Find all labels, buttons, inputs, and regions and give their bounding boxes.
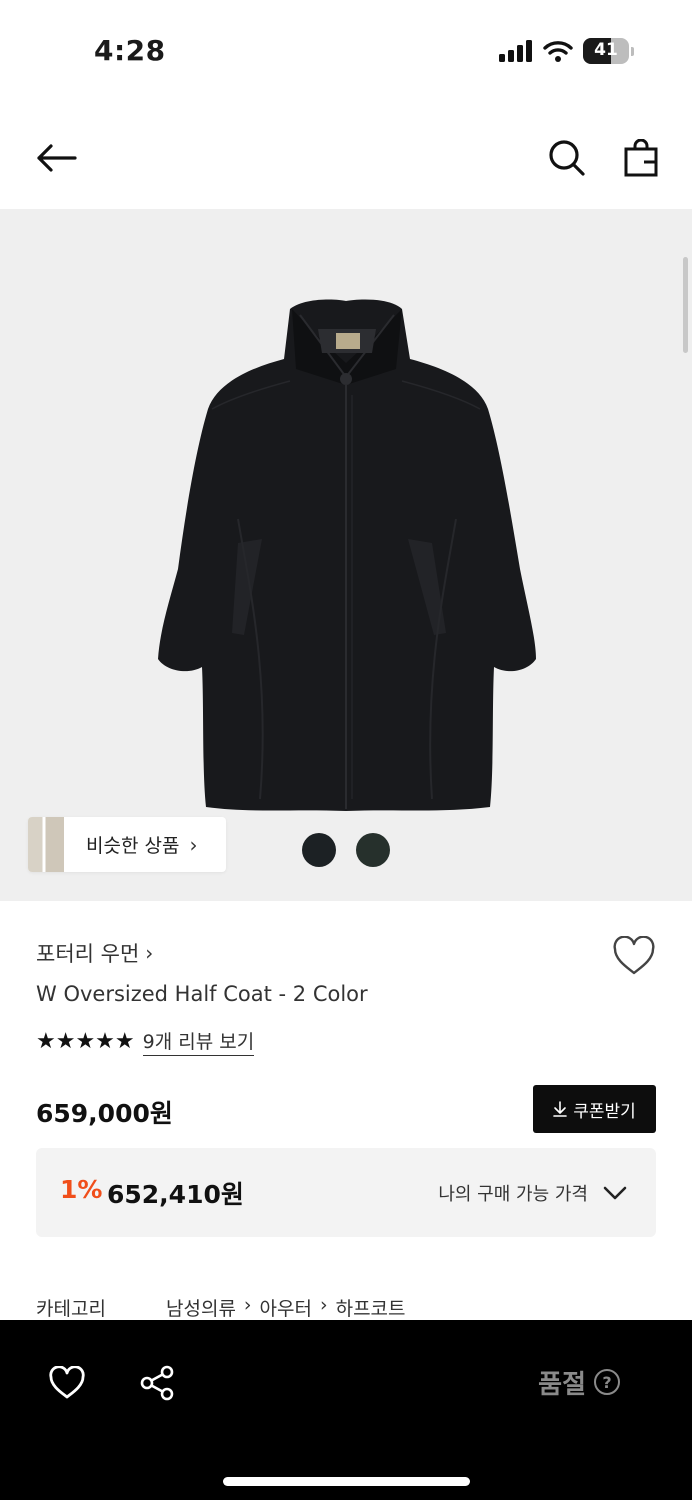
battery-level: 41 bbox=[594, 40, 618, 60]
product-image-gallery[interactable]: 비슷한 상품 › bbox=[0, 209, 692, 901]
star-rating-icon: ★★★★★ bbox=[36, 1029, 135, 1054]
status-time: 4:28 bbox=[94, 34, 166, 67]
battery-icon: 41 bbox=[583, 38, 629, 64]
rating-row: ★★★★★ 9개 리뷰 보기 bbox=[36, 1027, 255, 1056]
category-row: 카테고리 남성의류 › 아우터 › 하프코트 bbox=[36, 1294, 406, 1321]
status-bar: 4:28 41 bbox=[0, 0, 692, 100]
soldout-status: 품절 bbox=[538, 1370, 586, 1400]
nav-bar bbox=[0, 110, 692, 206]
back-button[interactable] bbox=[30, 132, 82, 184]
category-breadcrumb: 남성의류 › 아우터 › 하프코트 bbox=[166, 1294, 406, 1321]
category-label: 카테고리 bbox=[36, 1298, 106, 1320]
similar-products-label: 비슷한 상품 bbox=[86, 835, 180, 857]
heart-outline-icon bbox=[613, 935, 655, 975]
cellular-signal-icon bbox=[499, 40, 532, 62]
heart-outline-icon bbox=[49, 1366, 85, 1399]
wishlist-heart-button[interactable] bbox=[612, 935, 656, 980]
get-coupon-button[interactable]: 쿠폰받기 bbox=[533, 1085, 656, 1133]
chevron-right-icon: › bbox=[243, 1294, 252, 1316]
share-icon bbox=[140, 1365, 174, 1401]
share-button[interactable] bbox=[136, 1362, 178, 1404]
category-item-1[interactable]: 남성의류 bbox=[166, 1294, 236, 1321]
brand-link[interactable]: 포터리 우먼 › bbox=[36, 938, 153, 968]
similar-product-thumbnail bbox=[28, 817, 64, 872]
search-icon bbox=[549, 140, 585, 176]
chevron-right-icon: › bbox=[319, 1294, 328, 1316]
status-icons: 41 bbox=[499, 38, 634, 64]
similar-products-button[interactable]: 비슷한 상품 › bbox=[28, 817, 226, 872]
color-swatch-1[interactable] bbox=[302, 833, 336, 867]
bottom-wishlist-button[interactable] bbox=[46, 1362, 88, 1404]
bottom-action-bar: 품절 ? bbox=[0, 1320, 692, 1500]
product-title: W Oversized Half Coat - 2 Color bbox=[36, 982, 368, 1006]
shopping-bag-icon bbox=[624, 139, 658, 177]
brand-name: 포터리 우먼 bbox=[36, 942, 140, 966]
category-item-2[interactable]: 아우터 bbox=[260, 1294, 312, 1321]
my-price-panel[interactable]: 1% 652,410원 나의 구매 가능 가격 bbox=[36, 1148, 656, 1237]
my-price-label: 나의 구매 가능 가격 bbox=[438, 1184, 588, 1205]
reviews-link[interactable]: 9개 리뷰 보기 bbox=[142, 1027, 255, 1056]
wifi-icon bbox=[543, 41, 573, 62]
home-indicator bbox=[223, 1477, 470, 1486]
product-photo-coat bbox=[158, 299, 536, 811]
search-button[interactable] bbox=[541, 132, 593, 184]
discount-rate: 1% bbox=[60, 1175, 103, 1204]
chevron-right-icon: › bbox=[145, 941, 154, 965]
chevron-down-icon bbox=[603, 1186, 627, 1200]
scroll-indicator bbox=[683, 257, 688, 353]
download-icon bbox=[553, 1101, 568, 1117]
cart-button[interactable] bbox=[615, 132, 667, 184]
product-price: 659,000원 bbox=[36, 1099, 173, 1128]
coupon-button-label: 쿠폰받기 bbox=[573, 1101, 636, 1122]
help-icon[interactable]: ? bbox=[594, 1369, 620, 1395]
chevron-right-icon: › bbox=[189, 832, 198, 857]
back-arrow-icon bbox=[37, 144, 77, 172]
color-swatch-2[interactable] bbox=[356, 833, 390, 867]
discount-price: 652,410원 bbox=[107, 1180, 244, 1209]
category-item-3[interactable]: 하프코트 bbox=[336, 1294, 406, 1321]
